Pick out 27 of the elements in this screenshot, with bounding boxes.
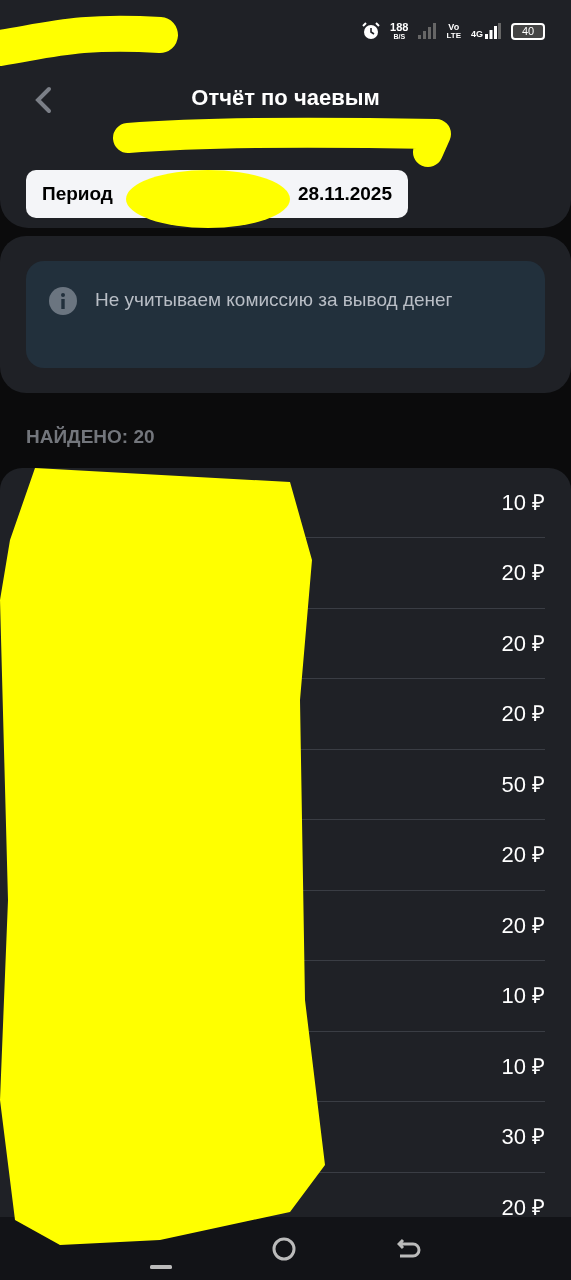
tip-amount: 20 ₽ [501,700,545,729]
network-type: 4G [471,30,483,39]
network-speed: 188 [390,22,409,33]
results-count: НАЙДЕНО: 20 [26,426,155,447]
back-nav-icon[interactable] [396,1237,421,1260]
volte-label: Vo [448,22,460,32]
home-icon[interactable] [272,1236,297,1261]
tip-amount: 20 ₽ [501,559,545,588]
tip-amount: 10 ₽ [501,982,545,1011]
recent-apps-icon[interactable] [150,1264,173,1269]
lte-label: LTE [446,31,461,40]
page-title: Отчёт по чаевым [191,83,380,112]
tip-amount: 20 ₽ [501,629,545,658]
signal-icon [418,23,437,39]
back-icon[interactable] [34,86,52,114]
tip-amount: 20 ₽ [501,1194,545,1217]
tip-amount: 10 ₽ [501,1052,545,1081]
tip-amount: 20 ₽ [501,911,545,940]
info-icon [49,287,77,315]
tip-amount: 10 ₽ [501,488,545,517]
tip-amount: 50 ₽ [501,770,545,799]
tip-amount: 30 ₽ [501,1123,545,1152]
tip-amount: 20 ₽ [501,841,545,870]
signal-icon [485,23,501,39]
info-text: Не учитываем комиссию за вывод денег [95,288,454,312]
alarm-icon [362,22,381,40]
battery-indicator: 40 [511,22,545,40]
